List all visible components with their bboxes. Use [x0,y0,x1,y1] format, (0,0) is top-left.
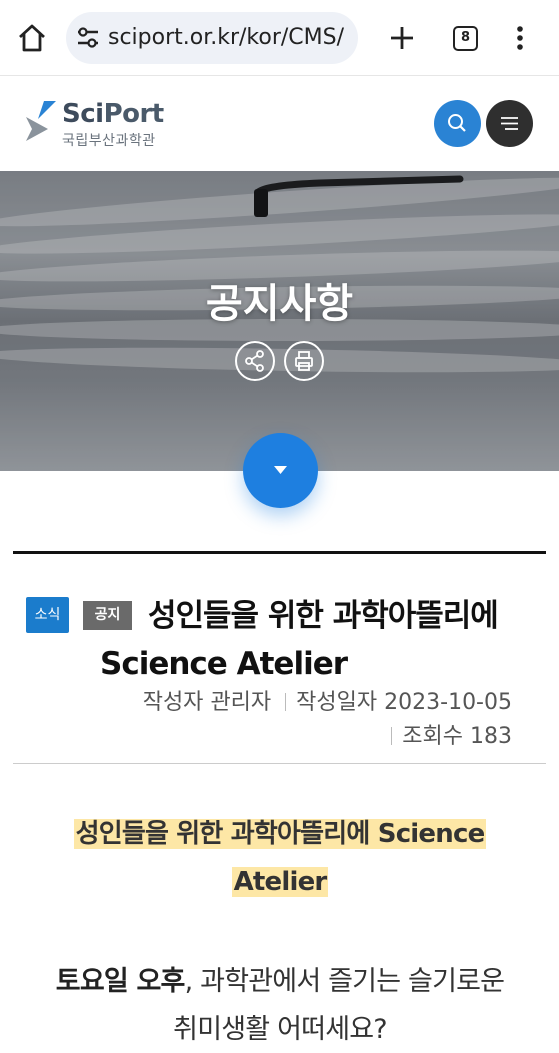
content-intro: 토요일 오후, 과학관에서 즐기는 슬기로운 취미생활 어떠세요? [20,958,540,1053]
share-icon [245,350,264,372]
intro-text: , 과학관에서 즐기는 슬기로운 [184,966,505,997]
share-button[interactable] [235,341,275,381]
content-headline: 성인들을 위한 과학아뜰리에 Science Atelier [30,810,530,906]
intro-text-line-2: 취미생활 어떠세요? [173,1014,387,1045]
post-views: 조회수 183 [60,718,512,750]
views-value: 183 [470,724,512,749]
logo-mark-icon [26,101,56,141]
site-header: SciPort 국립부산과학관 [0,77,559,171]
more-options-icon[interactable] [508,20,532,56]
meta-separator [391,727,393,745]
intro-bold-text: 토요일 오후 [55,966,186,997]
home-icon[interactable] [14,20,50,56]
site-settings-icon[interactable] [76,27,100,49]
page-title: 공지사항 [205,281,354,327]
logo-text: SciPort [62,99,164,129]
browser-toolbar: sciport.or.kr/kor/CMS/ 8 [0,0,559,76]
search-icon [448,114,466,132]
caret-down-icon [274,466,287,474]
article-divider [13,763,546,764]
print-icon [295,351,313,371]
views-label: 조회수 [402,724,463,749]
author-value: 관리자 [210,690,272,715]
url-text: sciport.or.kr/kor/CMS/ [108,25,345,50]
headline-line-1: 성인들을 위한 과학아뜰리에 Science [73,819,487,849]
post-title: 성인들을 위한 과학아뜰리에 Science Atelier [100,598,499,682]
meta-separator [285,693,287,711]
logo-korean-text: 국립부산과학관 [62,133,156,149]
print-button[interactable] [284,341,324,381]
address-bar[interactable]: sciport.or.kr/kor/CMS/ [66,12,358,64]
tab-switcher-button[interactable]: 8 [453,26,478,51]
article-top-divider [13,551,546,554]
menu-button[interactable] [486,100,533,147]
scroll-down-button[interactable] [243,433,318,508]
post-meta: 작성자 관리자 작성일자 2023-10-05 [60,684,512,716]
hamburger-icon [501,117,518,130]
headline-line-2: Atelier [231,867,329,897]
date-label: 작성일자 [296,690,378,715]
category-badge: 소식 [26,597,69,633]
date-value: 2023-10-05 [384,690,512,715]
author-label: 작성자 [142,690,204,715]
hero-banner: 공지사항 [0,171,559,471]
new-tab-icon[interactable] [384,20,420,56]
sciport-logo[interactable]: SciPort 국립부산과학관 [24,97,184,153]
search-button[interactable] [434,100,481,147]
